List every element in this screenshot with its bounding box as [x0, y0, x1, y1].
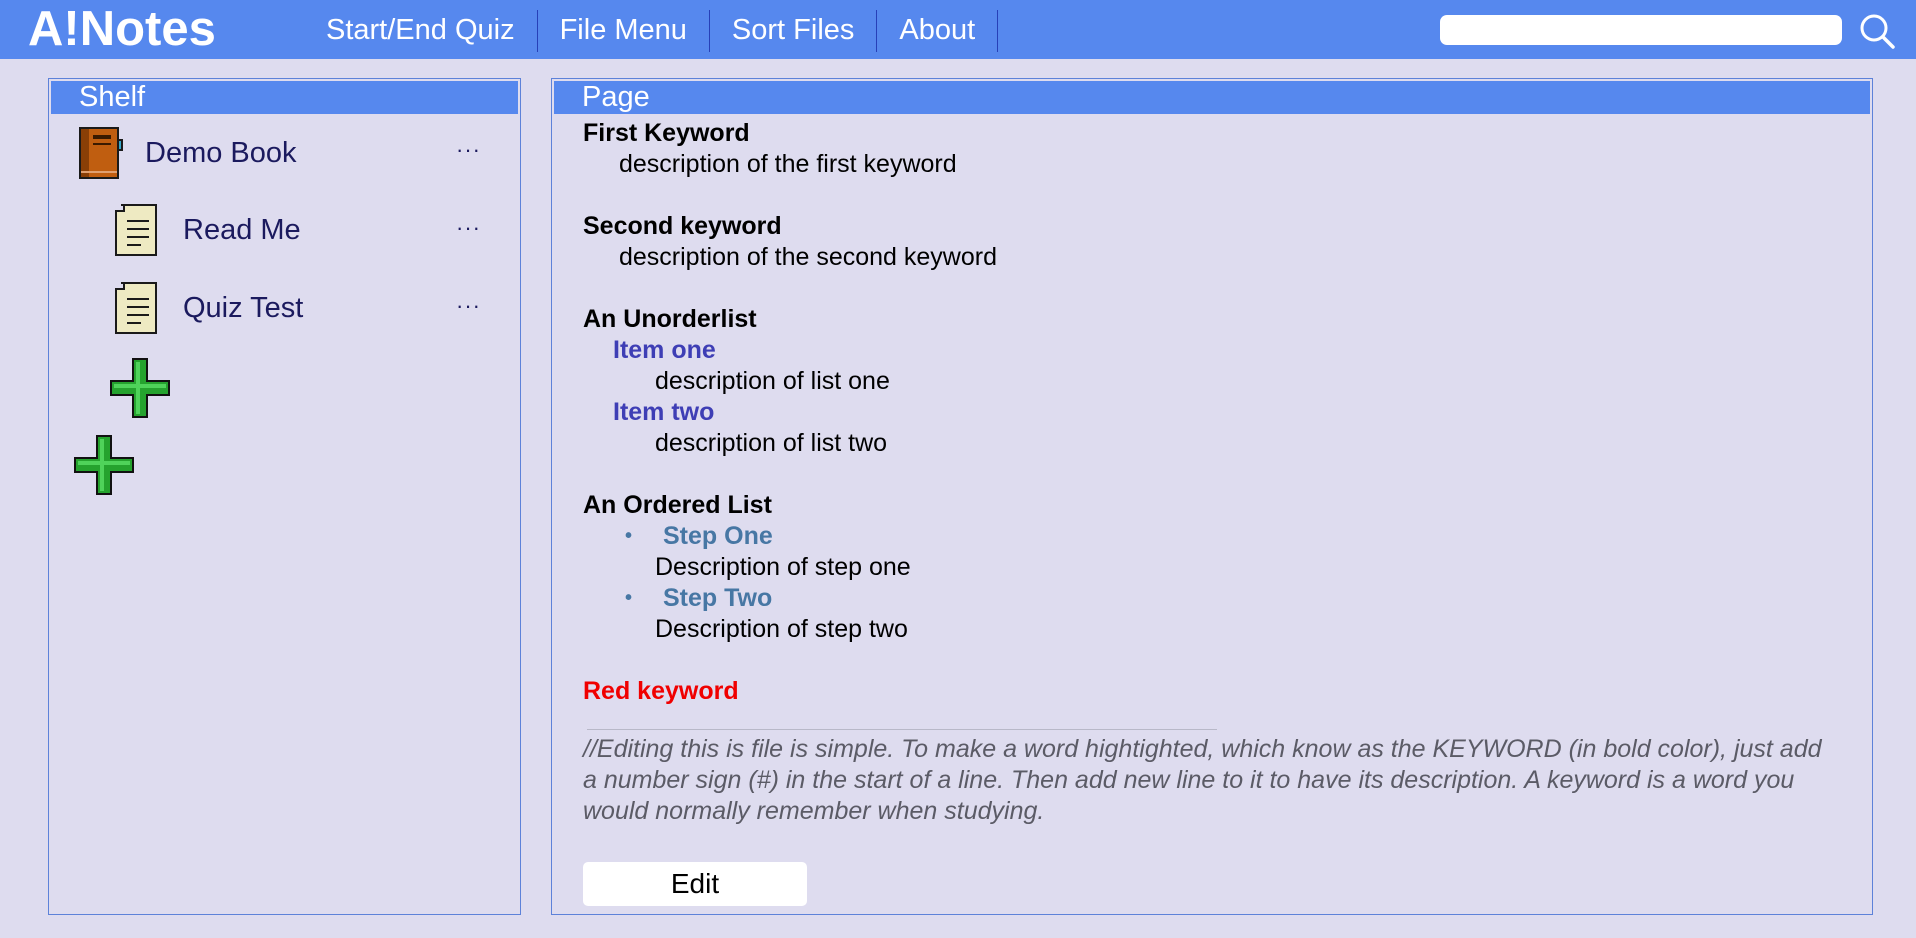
nav-about[interactable]: About — [877, 10, 999, 52]
search-input[interactable] — [1440, 15, 1842, 45]
add-page-button[interactable] — [110, 358, 170, 418]
list-item-keyword: Item two — [613, 398, 715, 426]
page-title: Page — [554, 81, 1870, 114]
shelf-item-label: Read Me — [183, 213, 301, 246]
keyword-description: description of the second keyword — [619, 243, 997, 271]
list-title: An Unorderlist — [583, 305, 757, 333]
shelf-panel: Shelf Demo Book ··· Read Me ··· Quiz Tes… — [48, 78, 521, 915]
app-logo[interactable]: A!Notes — [28, 2, 216, 57]
nav-sort-files[interactable]: Sort Files — [710, 10, 878, 52]
nav-file-menu[interactable]: File Menu — [538, 10, 710, 52]
list-item-keyword: Step One — [663, 522, 773, 550]
list-item: • Step One — [583, 521, 1842, 552]
edit-button[interactable]: Edit — [583, 862, 807, 906]
page-content: First Keyword description of the first k… — [583, 118, 1842, 827]
red-keyword: Red keyword — [583, 677, 739, 705]
search-button[interactable] — [1858, 12, 1896, 50]
editing-comment: //Editing this is file is simple. To mak… — [583, 735, 1822, 825]
keyword: First Keyword — [583, 119, 750, 147]
list-title: An Ordered List — [583, 491, 772, 519]
shelf-item-demo-book[interactable]: Demo Book — [75, 125, 297, 181]
shelf-title: Shelf — [51, 81, 518, 114]
list-item-description: description of list one — [655, 367, 890, 395]
search-icon — [1860, 14, 1895, 49]
add-book-button[interactable] — [74, 435, 134, 495]
document-icon — [115, 282, 157, 334]
keyword-description: description of the first keyword — [619, 150, 957, 178]
nav-start-end-quiz[interactable]: Start/End Quiz — [304, 10, 538, 52]
page-options-button[interactable]: ··· — [456, 293, 481, 319]
shelf-item-label: Demo Book — [145, 136, 297, 169]
list-item-description: description of list two — [655, 429, 888, 457]
top-bar: A!Notes Start/End Quiz File Menu Sort Fi… — [0, 0, 1916, 59]
shelf-item-label: Quiz Test — [183, 291, 304, 324]
keyword: Second keyword — [583, 212, 782, 240]
shelf-item-quiz-test[interactable]: Quiz Test — [115, 282, 303, 334]
main-nav: Start/End Quiz File Menu Sort Files Abou… — [304, 10, 999, 52]
book-options-button[interactable]: ··· — [456, 137, 481, 163]
shelf-item-read-me[interactable]: Read Me — [115, 204, 301, 256]
list-item-keyword: Item one — [613, 336, 716, 364]
page-panel: Page First Keyword description of the fi… — [551, 78, 1873, 915]
list-item-keyword: Step Two — [663, 584, 773, 612]
book-icon — [79, 127, 123, 179]
page-options-button[interactable]: ··· — [456, 215, 481, 241]
plus-icon — [110, 358, 170, 418]
bullet: • — [625, 525, 633, 547]
bullet: • — [625, 587, 633, 609]
divider — [587, 729, 1217, 730]
list-item: • Step Two — [583, 583, 1842, 614]
list-item-description: Description of step two — [655, 615, 908, 643]
plus-icon — [74, 435, 134, 495]
list-item-description: Description of step one — [655, 553, 911, 581]
document-icon — [115, 204, 157, 256]
